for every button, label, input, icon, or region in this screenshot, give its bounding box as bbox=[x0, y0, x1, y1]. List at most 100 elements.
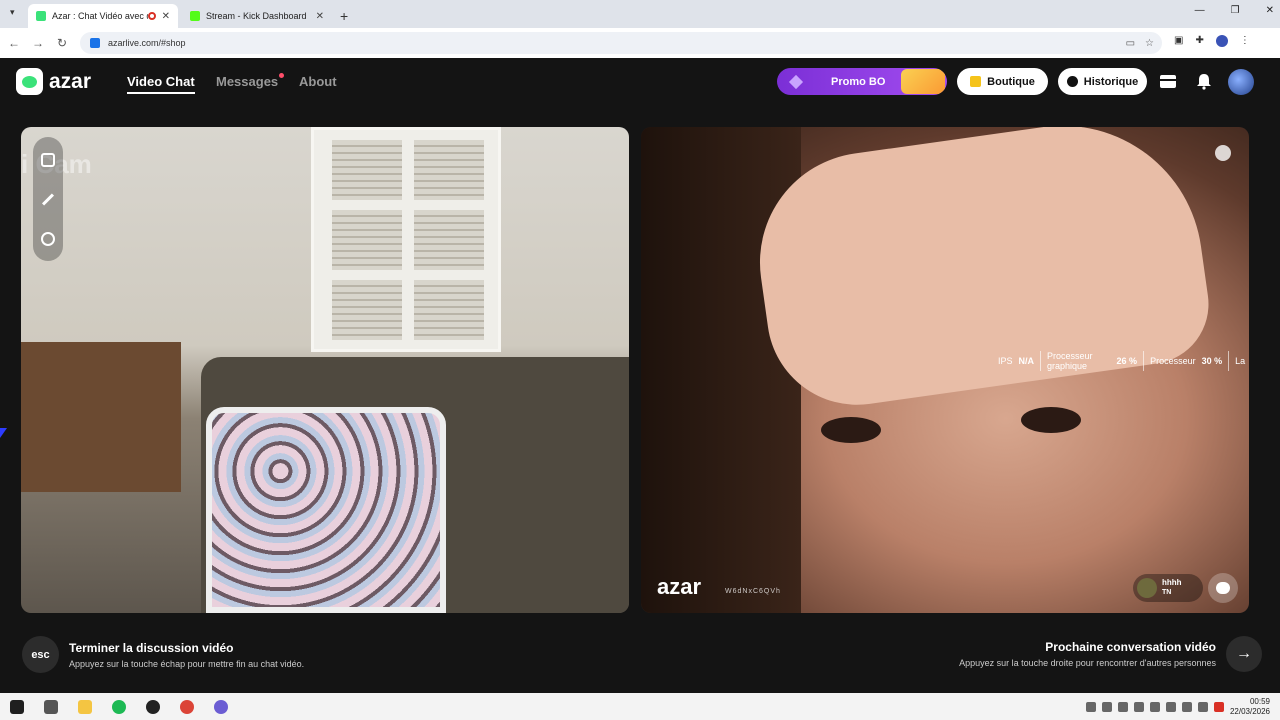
peer-info: hhhh TN bbox=[1162, 578, 1182, 598]
cast-icon[interactable]: ▭ bbox=[1126, 38, 1135, 49]
volume-icon[interactable] bbox=[1197, 701, 1208, 712]
azar-favicon-icon bbox=[36, 11, 46, 21]
system-tray: 00:59 22/03/2026 bbox=[1085, 693, 1270, 720]
spotify-icon[interactable] bbox=[112, 699, 126, 714]
peer-profile[interactable]: hhhh TN bbox=[1133, 574, 1203, 602]
keyboard-icon[interactable] bbox=[1085, 701, 1096, 712]
next-chat-subtitle: Appuyez sur la touche droite pour rencon… bbox=[959, 658, 1216, 668]
esc-button[interactable]: esc bbox=[22, 636, 59, 673]
clock[interactable]: 00:59 22/03/2026 bbox=[1230, 697, 1270, 717]
end-chat-control: esc Terminer la discussion vidéo Appuyez… bbox=[22, 636, 304, 673]
end-chat-subtitle: Appuyez sur la touche échap pour mettre … bbox=[69, 658, 305, 669]
diamond-icon bbox=[788, 74, 804, 89]
gems-icon bbox=[901, 69, 945, 94]
azar-page: azar Video Chat Messages About Promo BO … bbox=[0, 58, 1280, 693]
self-video: i Cam bbox=[21, 127, 629, 613]
tab-search-icon[interactable]: ▾ bbox=[10, 7, 15, 18]
vivaldi-icon[interactable] bbox=[1213, 701, 1224, 712]
peer-eye bbox=[1021, 407, 1081, 433]
chat-button[interactable] bbox=[1208, 573, 1238, 603]
ips-value: N/A bbox=[1018, 356, 1035, 366]
tray-app-icon[interactable] bbox=[1133, 701, 1144, 712]
next-chat-control: Prochaine conversation vidéo Appuyez sur… bbox=[959, 636, 1262, 672]
extensions-area: ▣ ✚ ⋮ bbox=[1174, 35, 1250, 47]
tray-app-icon[interactable] bbox=[1117, 701, 1128, 712]
promo-button[interactable]: Promo BO bbox=[777, 68, 947, 95]
close-tab-icon[interactable]: ✕ bbox=[162, 11, 170, 22]
menu-dots-icon[interactable]: ⋮ bbox=[1240, 35, 1250, 47]
clock-time: 00:59 bbox=[1249, 696, 1270, 706]
bell-icon[interactable] bbox=[1195, 72, 1213, 90]
background-chair bbox=[206, 407, 446, 613]
recording-icon bbox=[147, 12, 156, 20]
reload-icon[interactable]: ↻ bbox=[50, 36, 74, 50]
nav-messages[interactable]: Messages bbox=[216, 74, 278, 89]
stats-trailing: La bbox=[1235, 356, 1246, 366]
magic-wand-icon[interactable] bbox=[41, 192, 55, 206]
azar-logo[interactable]: azar bbox=[16, 68, 91, 95]
url-text: azarlive.com/#shop bbox=[108, 38, 186, 48]
inbox-icon[interactable] bbox=[1159, 72, 1177, 90]
tab-title: Azar : Chat Vidéo avec de n bbox=[52, 11, 148, 21]
profile-icon[interactable] bbox=[1215, 35, 1228, 47]
gpu-label-2: graphique bbox=[1047, 361, 1088, 371]
windows-start-icon[interactable] bbox=[10, 699, 24, 714]
maximize-icon[interactable]: ❐ bbox=[1231, 5, 1240, 16]
tray-app-icon[interactable] bbox=[1101, 701, 1112, 712]
gpu-value: 26 % bbox=[1116, 356, 1138, 366]
boutique-button[interactable]: Boutique bbox=[957, 68, 1048, 95]
minimize-icon[interactable]: — bbox=[1195, 5, 1205, 16]
peer-eye bbox=[821, 417, 881, 443]
performance-stats: IPS N/A Processeur graphique 26 % Proces… bbox=[998, 351, 1245, 371]
close-window-icon[interactable]: ✕ bbox=[1266, 5, 1274, 16]
mouse-cursor-icon bbox=[0, 428, 7, 438]
peer-hand bbox=[745, 127, 1217, 417]
gpu-label-1: Processeur bbox=[1047, 351, 1093, 361]
tab-azar[interactable]: Azar : Chat Vidéo avec de n ✕ bbox=[28, 4, 178, 28]
cpu-label: Processeur bbox=[1150, 356, 1196, 366]
peer-avatar bbox=[1137, 578, 1157, 598]
app-icon[interactable] bbox=[146, 699, 160, 714]
forward-icon[interactable]: → bbox=[26, 36, 50, 50]
tray-app-icon[interactable] bbox=[1149, 701, 1160, 712]
new-tab-icon[interactable]: + bbox=[340, 4, 348, 28]
bookmark-star-icon[interactable]: ☆ bbox=[1145, 38, 1154, 49]
back-icon[interactable]: ← bbox=[2, 36, 26, 50]
site-info-icon[interactable] bbox=[90, 38, 100, 48]
peer-hair bbox=[641, 127, 801, 613]
file-explorer-icon[interactable] bbox=[78, 699, 92, 714]
network-icon[interactable] bbox=[1165, 701, 1176, 712]
next-arrow-button[interactable]: → bbox=[1226, 636, 1262, 672]
tab-kick[interactable]: Stream - Kick Dashboard ✕ bbox=[182, 4, 332, 28]
task-view-icon[interactable] bbox=[44, 699, 58, 714]
messages-notification-dot bbox=[279, 73, 284, 78]
microphone-icon[interactable] bbox=[1181, 701, 1192, 712]
azar-watermark: azar bbox=[657, 574, 702, 599]
user-avatar[interactable] bbox=[1228, 69, 1254, 95]
report-icon[interactable] bbox=[1215, 145, 1231, 161]
switch-camera-icon[interactable] bbox=[41, 152, 55, 167]
nav-about[interactable]: About bbox=[299, 74, 337, 89]
end-chat-title: Terminer la discussion vidéo bbox=[69, 640, 234, 655]
stats-separator bbox=[1040, 351, 1042, 371]
extension-icon[interactable]: ▣ bbox=[1174, 35, 1183, 47]
history-button[interactable]: Historique bbox=[1058, 68, 1147, 95]
close-tab-icon[interactable]: ✕ bbox=[316, 11, 324, 22]
obs-icon[interactable] bbox=[214, 699, 228, 714]
puzzle-icon[interactable]: ✚ bbox=[1195, 35, 1203, 47]
camera-tools-panel bbox=[33, 137, 63, 261]
cpu-value: 30 % bbox=[1201, 356, 1223, 366]
stats-separator bbox=[1143, 351, 1145, 371]
chrome-icon[interactable] bbox=[180, 699, 194, 714]
peer-country: TN bbox=[1162, 589, 1172, 596]
address-bar[interactable]: azarlive.com/#shop ▭ ☆ bbox=[80, 32, 1162, 54]
azar-logo-icon bbox=[16, 68, 43, 95]
next-chat-title: Prochaine conversation vidéo bbox=[1045, 640, 1216, 654]
window-controls: — ❐ ✕ bbox=[1195, 5, 1274, 16]
face-filter-icon[interactable] bbox=[41, 231, 55, 246]
nav-video-chat[interactable]: Video Chat bbox=[127, 74, 195, 94]
boutique-label: Boutique bbox=[987, 75, 1035, 88]
background-cabinet bbox=[21, 342, 181, 492]
taskbar: 00:59 22/03/2026 bbox=[0, 693, 1280, 720]
background-window bbox=[311, 127, 501, 352]
